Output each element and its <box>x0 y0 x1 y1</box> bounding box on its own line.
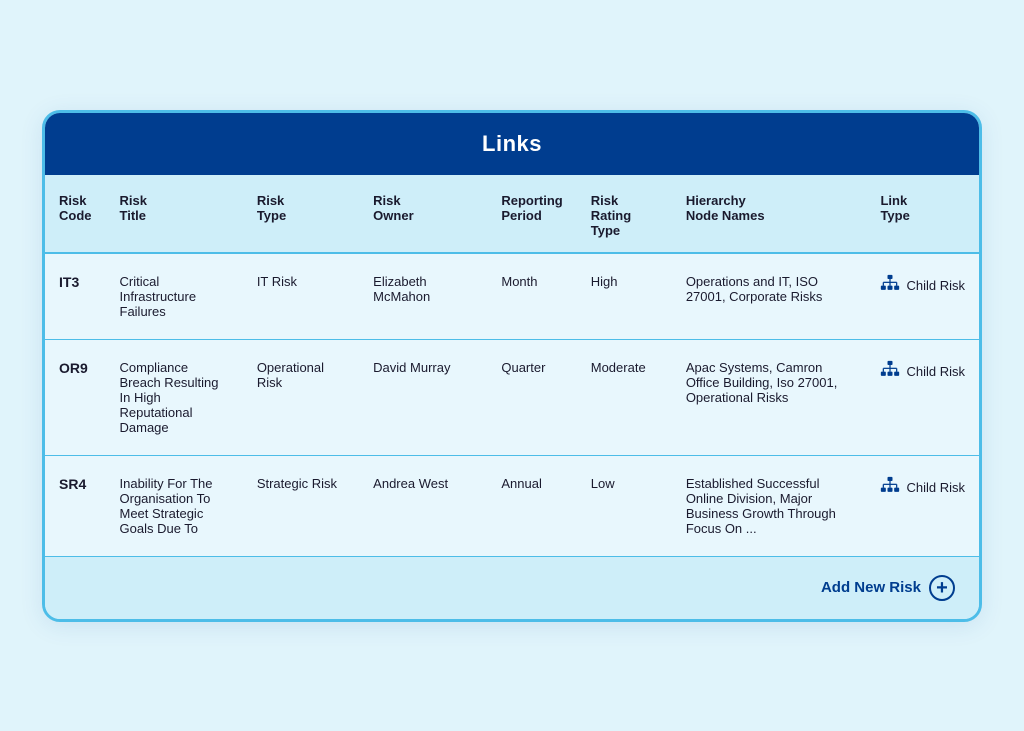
col-header-risk-type: RiskType <box>243 175 359 253</box>
link-type-label: Child Risk <box>906 364 965 379</box>
cell-hierarchy-node-names: Apac Systems, Camron Office Building, Is… <box>672 339 867 455</box>
cell-link-type: Child Risk <box>866 253 979 340</box>
cell-risk-owner: Elizabeth McMahon <box>359 253 487 340</box>
cell-risk-title: Critical Infrastructure Failures <box>106 253 243 340</box>
cell-risk-type: Strategic Risk <box>243 455 359 556</box>
cell-risk-code: OR9 <box>45 339 106 455</box>
table-container: RiskCode RiskTitle RiskType RiskOwner Re… <box>45 175 979 556</box>
add-icon: + <box>929 575 955 601</box>
cell-risk-code: SR4 <box>45 455 106 556</box>
cell-risk-type: Operational Risk <box>243 339 359 455</box>
link-type-label: Child Risk <box>906 278 965 293</box>
cell-risk-title: Inability For The Organisation To Meet S… <box>106 455 243 556</box>
col-header-reporting-period: ReportingPeriod <box>487 175 576 253</box>
cell-risk-owner: Andrea West <box>359 455 487 556</box>
col-header-hierarchy-node-names: HierarchyNode Names <box>672 175 867 253</box>
links-table: RiskCode RiskTitle RiskType RiskOwner Re… <box>45 175 979 556</box>
hierarchy-icon <box>880 360 900 383</box>
cell-risk-code: IT3 <box>45 253 106 340</box>
cell-risk-rating-type: High <box>577 253 672 340</box>
cell-risk-rating-type: Moderate <box>577 339 672 455</box>
cell-risk-owner: David Murray <box>359 339 487 455</box>
col-header-risk-rating-type: Risk RatingType <box>577 175 672 253</box>
col-header-link-type: LinkType <box>866 175 979 253</box>
cell-link-type: Child Risk <box>866 339 979 455</box>
table-row: OR9Compliance Breach Resulting In High R… <box>45 339 979 455</box>
card-header: Links <box>45 113 979 175</box>
col-header-risk-code: RiskCode <box>45 175 106 253</box>
cell-reporting-period: Month <box>487 253 576 340</box>
cell-risk-type: IT Risk <box>243 253 359 340</box>
hierarchy-icon <box>880 274 900 297</box>
cell-hierarchy-node-names: Operations and IT, ISO 27001, Corporate … <box>672 253 867 340</box>
cell-link-type: Child Risk <box>866 455 979 556</box>
cell-reporting-period: Annual <box>487 455 576 556</box>
cell-risk-rating-type: Low <box>577 455 672 556</box>
cell-risk-title: Compliance Breach Resulting In High Repu… <box>106 339 243 455</box>
table-footer: Add New Risk + <box>45 556 979 619</box>
col-header-risk-title: RiskTitle <box>106 175 243 253</box>
card-title: Links <box>482 131 542 156</box>
hierarchy-icon <box>880 476 900 499</box>
table-row: SR4Inability For The Organisation To Mee… <box>45 455 979 556</box>
add-new-risk-label: Add New Risk <box>821 579 921 596</box>
add-new-risk-button[interactable]: Add New Risk + <box>821 575 955 601</box>
table-row: IT3Critical Infrastructure FailuresIT Ri… <box>45 253 979 340</box>
table-header-row: RiskCode RiskTitle RiskType RiskOwner Re… <box>45 175 979 253</box>
cell-reporting-period: Quarter <box>487 339 576 455</box>
col-header-risk-owner: RiskOwner <box>359 175 487 253</box>
links-card: Links RiskCode RiskTitle RiskType RiskOw… <box>42 110 982 622</box>
cell-hierarchy-node-names: Established Successful Online Division, … <box>672 455 867 556</box>
link-type-label: Child Risk <box>906 480 965 495</box>
